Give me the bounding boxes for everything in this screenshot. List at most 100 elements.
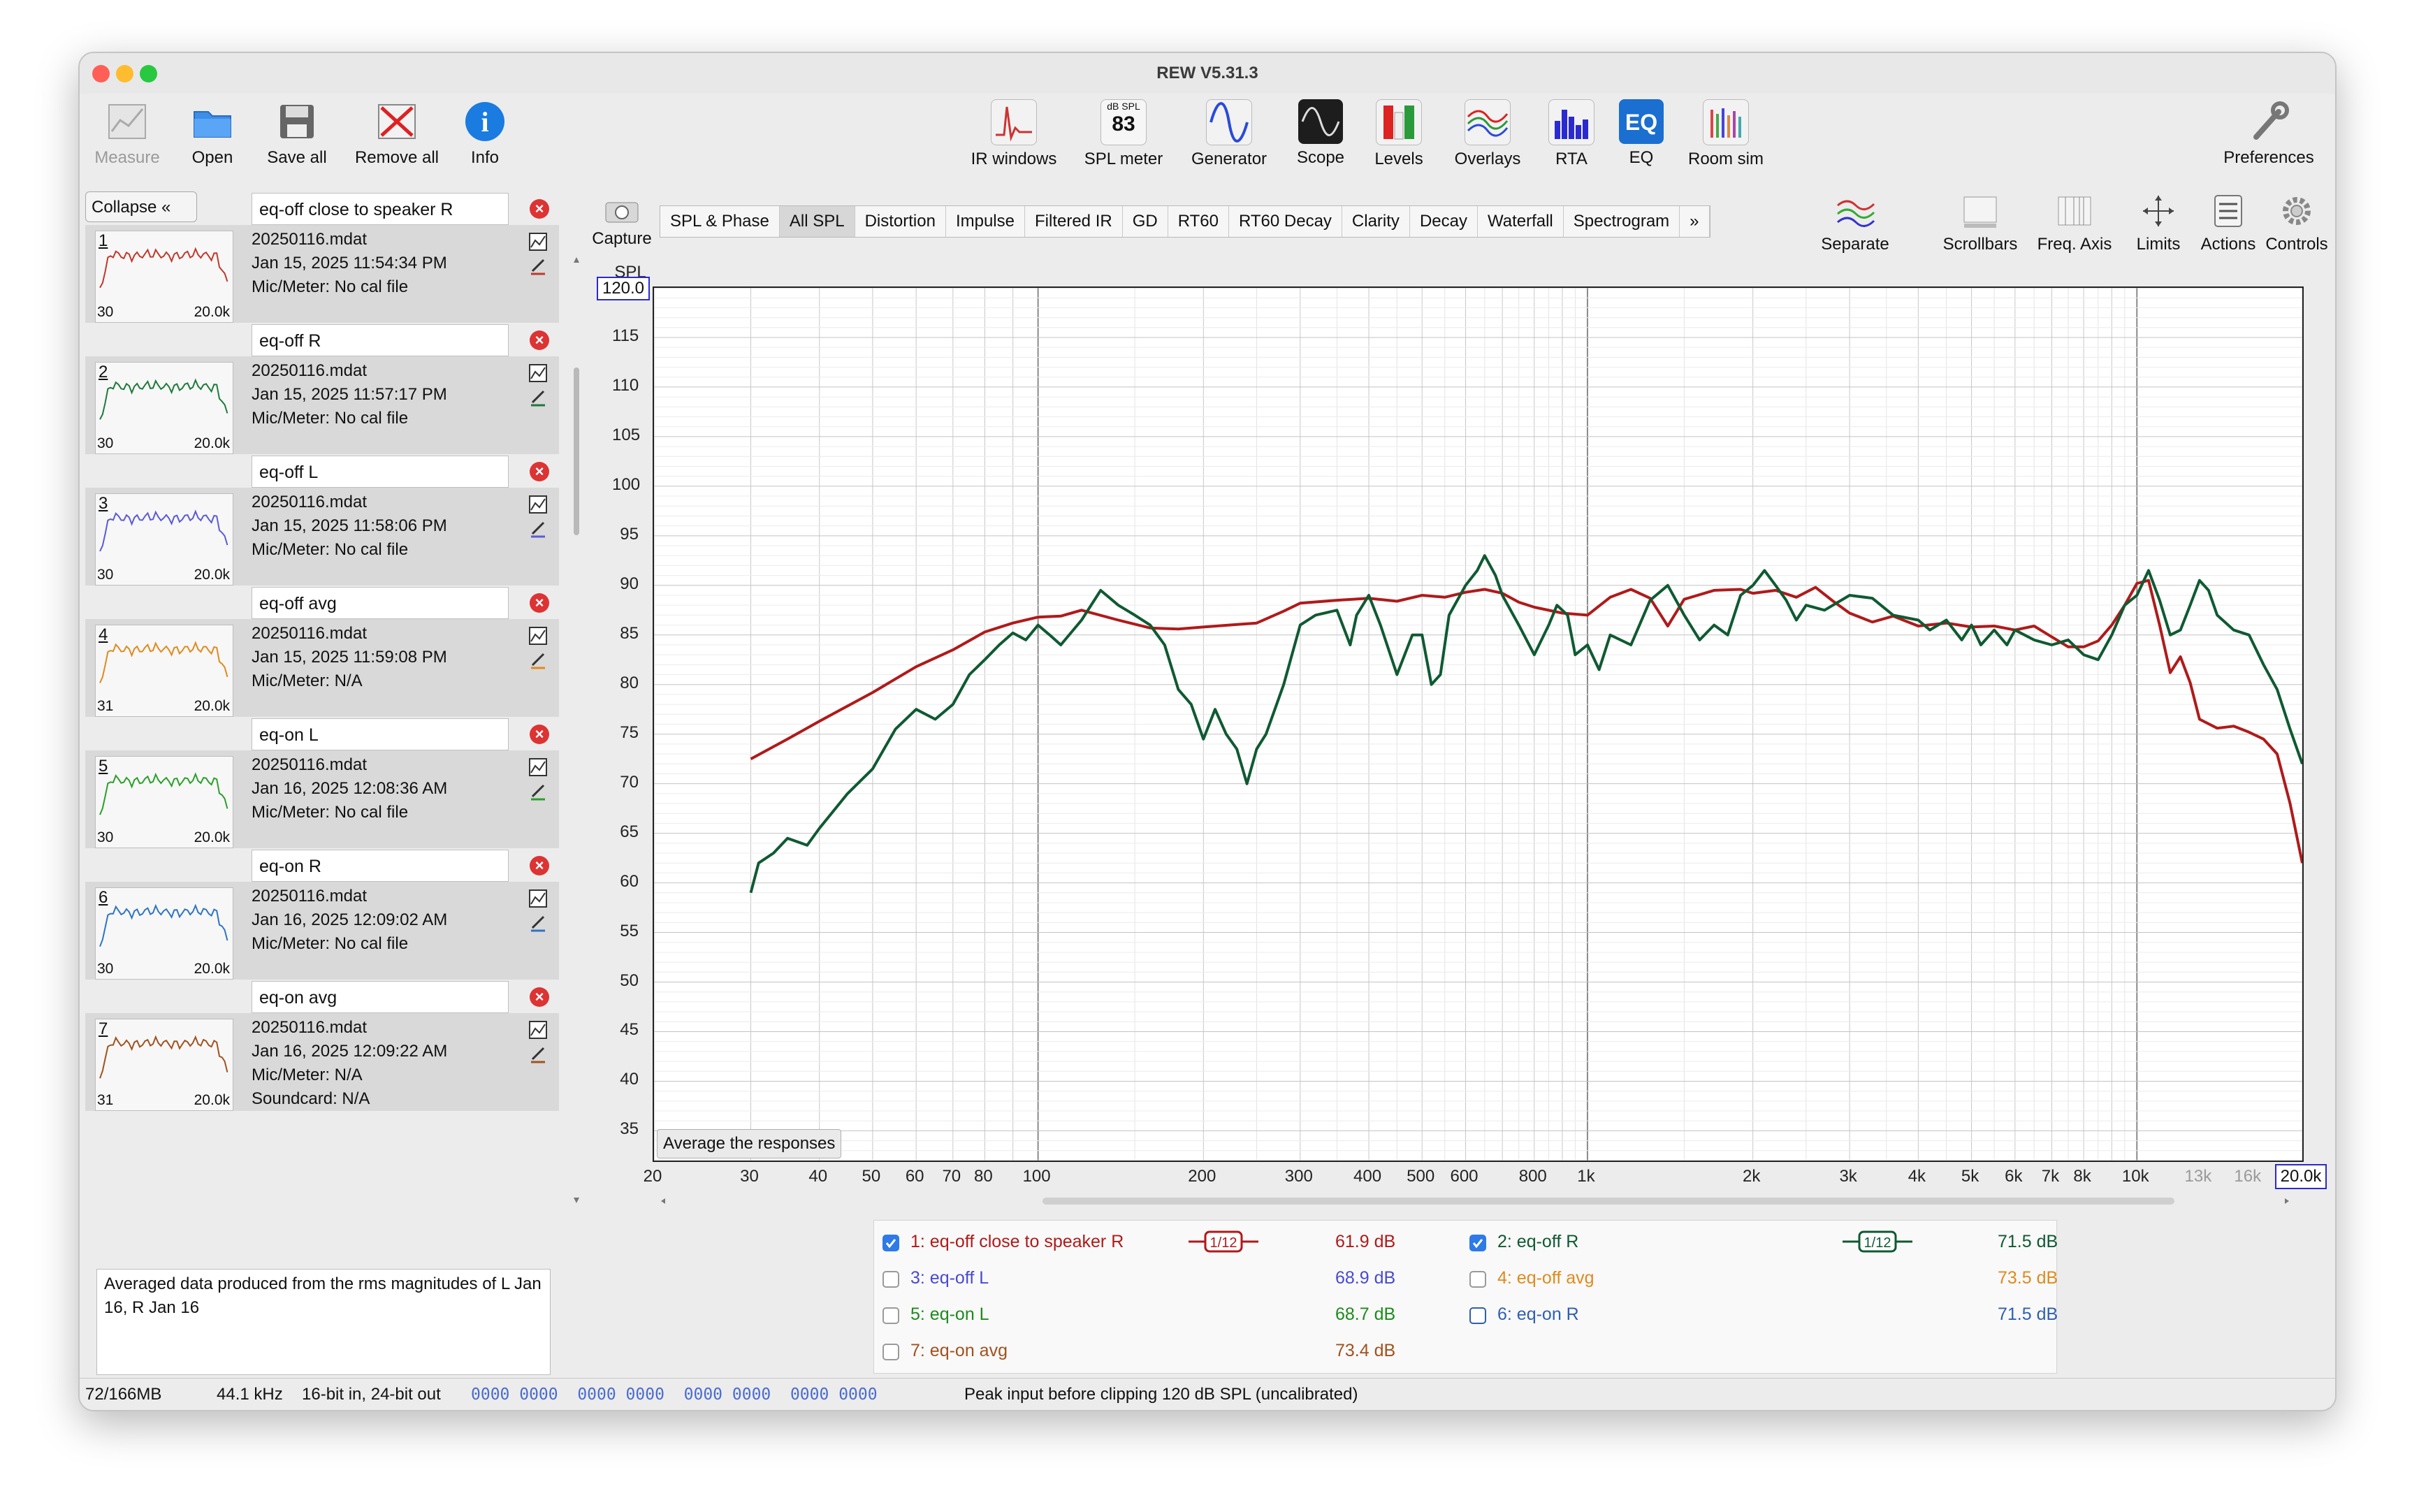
eq-button[interactable]: EQ EQ [1610,99,1673,168]
trace-color-icon[interactable] [528,781,548,801]
capture-button[interactable]: Capture [587,196,657,249]
trace-5-checkbox[interactable] [882,1307,899,1324]
freq-axis-button[interactable]: Freq. Axis [2029,193,2120,254]
generator-button[interactable]: Generator [1184,99,1274,169]
measurement-name-field[interactable]: eq-off L [252,456,509,488]
measurement-name-field[interactable]: eq-on R [252,850,509,882]
y-max-field[interactable]: 120.0 [597,277,650,300]
spl-meter-button[interactable]: dB SPL 83 SPL meter [1075,99,1172,169]
rta-button[interactable]: RTA [1540,99,1603,169]
x-tick-label: 800 [1518,1167,1547,1186]
tab-spl-phase[interactable]: SPL & Phase [660,206,780,237]
tab-distortion[interactable]: Distortion [855,206,946,237]
scrollbars-button[interactable]: Scrollbars [1938,193,2022,254]
remove-measurement-icon[interactable]: × [530,199,549,219]
controls-button[interactable]: Controls [2258,193,2335,254]
trace-color-icon[interactable] [528,518,548,538]
measurement-thumbnail[interactable]: 2 30 20.0k [95,362,233,454]
measurement-card[interactable]: eq-off L × 3 30 20.0k 20250116.mdat Jan … [85,456,559,587]
tab-spectrogram[interactable]: Spectrogram [1564,206,1680,237]
average-responses-button[interactable]: Average the responses [657,1129,842,1158]
tab-impulse[interactable]: Impulse [946,206,1025,237]
x-max-field[interactable]: 20.0k [2275,1164,2327,1189]
x-tick-label: 200 [1188,1167,1216,1186]
tab-gd[interactable]: GD [1123,206,1168,237]
horizontal-scrollbar[interactable] [660,1195,2295,1207]
preferences-button[interactable]: Preferences [2216,99,2321,168]
graph-settings-icon[interactable] [528,757,548,777]
tab-filtered-ir[interactable]: Filtered IR [1025,206,1123,237]
measurement-thumbnail[interactable]: 4 31 20.0k [95,625,233,717]
measurement-name-field[interactable]: eq-off avg [252,587,509,619]
overlays-button[interactable]: Overlays [1442,99,1533,169]
measurement-name-field[interactable]: eq-off close to speaker R [252,193,509,225]
tab-all-spl[interactable]: All SPL [779,206,855,237]
tab-rt60-decay[interactable]: RT60 Decay [1229,206,1342,237]
trace-2-checkbox[interactable] [1469,1235,1486,1251]
measurement-mic: Mic/Meter: No cal file [252,409,409,428]
remove-measurement-icon[interactable]: × [530,462,549,481]
graph-settings-icon[interactable] [528,626,548,646]
trace-4-checkbox[interactable] [1469,1271,1486,1288]
tab-more[interactable]: » [1680,206,1710,237]
levels-label: Levels [1374,150,1423,168]
trace-color-icon[interactable] [528,387,548,407]
measurement-thumbnail[interactable]: 7 31 20.0k [95,1019,233,1111]
tab-decay[interactable]: Decay [1410,206,1478,237]
zoom-window-button[interactable] [140,65,157,82]
minimize-window-button[interactable] [116,65,133,82]
open-button[interactable]: Open [184,99,240,168]
trace-color-icon[interactable] [528,913,548,932]
trace-color-icon[interactable] [528,650,548,669]
trace-color-icon[interactable] [528,256,548,275]
graph-settings-icon[interactable] [528,1020,548,1040]
trace-7-checkbox[interactable] [882,1344,899,1360]
remove-measurement-icon[interactable]: × [530,856,549,875]
tab-clarity[interactable]: Clarity [1342,206,1410,237]
remove-measurement-icon[interactable]: × [530,593,549,613]
scope-button[interactable]: Scope [1286,99,1356,168]
measurement-thumbnail[interactable]: 3 30 20.0k [95,493,233,586]
tab-waterfall[interactable]: Waterfall [1478,206,1564,237]
tab-rt60[interactable]: RT60 [1168,206,1229,237]
actions-button[interactable]: Actions [2197,193,2260,254]
measurement-thumbnail[interactable]: 6 30 20.0k [95,887,233,980]
spl-plot[interactable] [653,286,2304,1162]
measurement-card[interactable]: eq-off avg × 4 31 20.0k 20250116.mdat Ja… [85,587,559,718]
measurement-card[interactable]: eq-on R × 6 30 20.0k 20250116.mdat Jan 1… [85,850,559,981]
remove-measurement-icon[interactable]: × [530,987,549,1007]
trace-2-smoothing[interactable]: 1/12 [1843,1228,1912,1260]
trace-3-checkbox[interactable] [882,1271,899,1288]
graph-settings-icon[interactable] [528,363,548,383]
measurement-card[interactable]: eq-on avg × 7 31 20.0k 20250116.mdat Jan… [85,981,559,1112]
ir-windows-button[interactable]: IR windows [961,99,1066,169]
trace-color-icon[interactable] [528,1044,548,1063]
panel-scrollbar[interactable] [572,256,581,1206]
graph-settings-icon[interactable] [528,232,548,252]
measurement-thumbnail[interactable]: 5 30 20.0k [95,756,233,848]
measurement-card[interactable]: eq-on L × 5 30 20.0k 20250116.mdat Jan 1… [85,718,559,850]
measurement-name-field[interactable]: eq-on L [252,718,509,750]
separate-button[interactable]: Separate [1817,193,1894,254]
save-all-button[interactable]: Save all [259,99,335,168]
levels-button[interactable]: Levels [1364,99,1434,169]
close-window-button[interactable] [92,65,110,82]
measurement-name-field[interactable]: eq-off R [252,324,509,356]
measure-button[interactable]: Measure [92,99,162,168]
measurement-notes[interactable]: Averaged data produced from the rms magn… [96,1269,551,1375]
remove-all-button[interactable]: Remove all [348,99,446,168]
measurement-card[interactable]: eq-off close to speaker R × 1 30 20.0k 2… [85,193,559,324]
info-button[interactable]: i Info [457,99,513,168]
trace-1-smoothing[interactable]: 1/12 [1189,1228,1258,1260]
trace-6-checkbox[interactable] [1469,1307,1486,1324]
room-sim-button[interactable]: Room sim [1677,99,1775,169]
remove-measurement-icon[interactable]: × [530,725,549,744]
limits-button[interactable]: Limits [2127,193,2190,254]
remove-measurement-icon[interactable]: × [530,330,549,350]
trace-1-checkbox[interactable] [882,1235,899,1251]
measurement-thumbnail[interactable]: 1 30 20.0k [95,231,233,323]
graph-settings-icon[interactable] [528,889,548,908]
measurement-card[interactable]: eq-off R × 2 30 20.0k 20250116.mdat Jan … [85,324,559,456]
graph-settings-icon[interactable] [528,495,548,514]
measurement-name-field[interactable]: eq-on avg [252,981,509,1013]
